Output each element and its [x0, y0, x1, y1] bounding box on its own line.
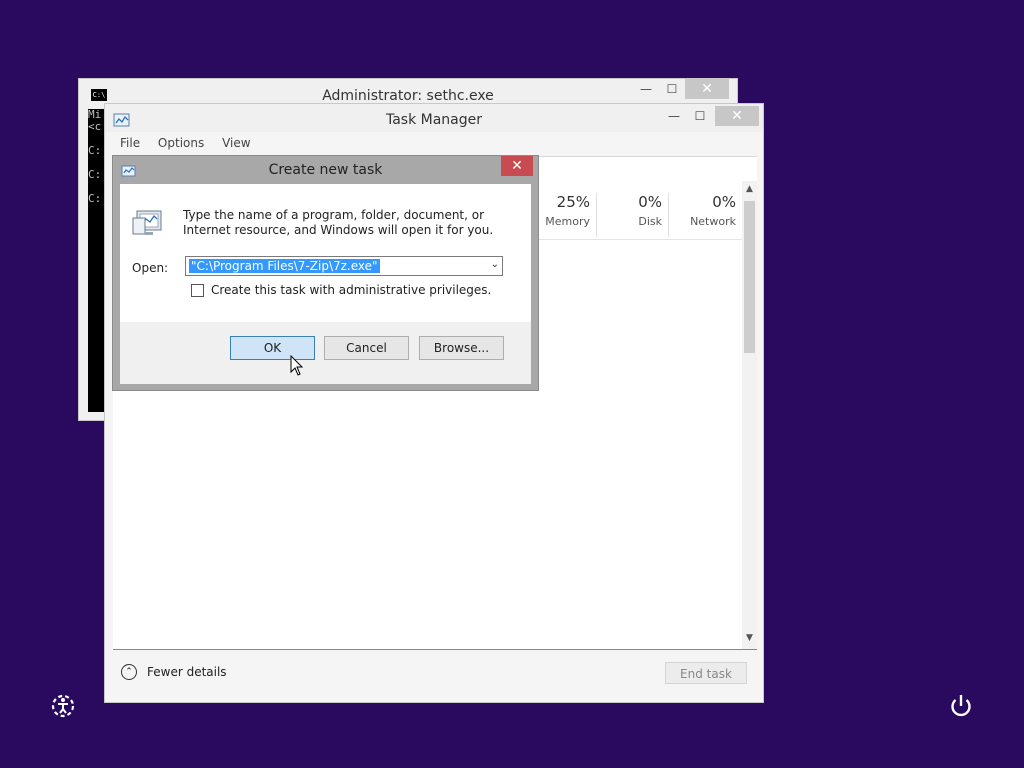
console-maximize-button[interactable]: ☐ — [663, 79, 681, 99]
open-input-value[interactable]: "C:\Program Files\7-Zip\7z.exe" — [189, 259, 380, 273]
power-icon[interactable] — [947, 692, 975, 720]
dialog-button-bar: OK Cancel Browse... — [120, 322, 531, 384]
menu-file[interactable]: File — [120, 136, 140, 150]
create-new-task-dialog[interactable]: Create new task ✕ Type the name of a pro… — [112, 155, 539, 391]
network-usage-value: 0% — [712, 193, 736, 211]
menu-view[interactable]: View — [222, 136, 250, 150]
chevron-up-circle-icon[interactable]: ⌃ — [121, 664, 137, 680]
tm-close-button[interactable]: ✕ — [715, 106, 759, 126]
admin-privileges-label[interactable]: Create this task with administrative pri… — [211, 283, 491, 297]
network-column-header[interactable]: 0% Network — [669, 193, 743, 237]
dialog-close-button[interactable]: ✕ — [501, 156, 533, 176]
ease-of-access-icon[interactable] — [50, 693, 76, 719]
end-task-button[interactable]: End task — [665, 662, 747, 684]
disk-column-header[interactable]: 0% Disk — [597, 193, 669, 237]
browse-button[interactable]: Browse... — [419, 336, 504, 360]
dialog-title: Create new task — [268, 162, 383, 178]
menu-options[interactable]: Options — [158, 136, 204, 150]
process-list-scrollbar[interactable]: ▲ ▼ — [742, 181, 757, 649]
admin-privileges-checkbox[interactable] — [191, 284, 204, 297]
fewer-details-link[interactable]: Fewer details — [147, 665, 227, 679]
task-manager-titlebar[interactable]: Task Manager — ☐ ✕ — [105, 104, 763, 132]
disk-usage-value: 0% — [638, 193, 662, 211]
cancel-button[interactable]: Cancel — [324, 336, 409, 360]
network-column-label: Network — [690, 215, 736, 228]
memory-column-header[interactable]: 25% Memory — [533, 193, 597, 237]
memory-usage-value: 25% — [556, 193, 590, 211]
scroll-down-arrow-icon[interactable]: ▼ — [742, 633, 757, 643]
task-manager-footer: ⌃ Fewer details End task — [113, 652, 757, 692]
task-manager-menubar: File Options View — [111, 136, 265, 156]
mouse-cursor-icon — [290, 355, 304, 376]
tm-minimize-button[interactable]: — — [665, 106, 683, 126]
console-close-button[interactable]: ✕ — [685, 79, 729, 99]
chevron-down-icon[interactable]: ⌄ — [491, 259, 499, 270]
disk-column-label: Disk — [638, 215, 662, 228]
open-combobox[interactable]: "C:\Program Files\7-Zip\7z.exe" ⌄ — [185, 256, 503, 276]
dialog-body: Type the name of a program, folder, docu… — [120, 184, 531, 384]
run-program-icon — [132, 210, 162, 235]
scroll-up-arrow-icon[interactable]: ▲ — [742, 184, 757, 194]
dialog-description: Type the name of a program, folder, docu… — [183, 208, 494, 237]
console-minimize-button[interactable]: — — [637, 79, 655, 99]
scrollbar-thumb[interactable] — [744, 201, 755, 353]
tm-maximize-button[interactable]: ☐ — [691, 106, 709, 126]
memory-column-label: Memory — [545, 215, 590, 228]
open-field-label: Open: — [132, 261, 169, 275]
